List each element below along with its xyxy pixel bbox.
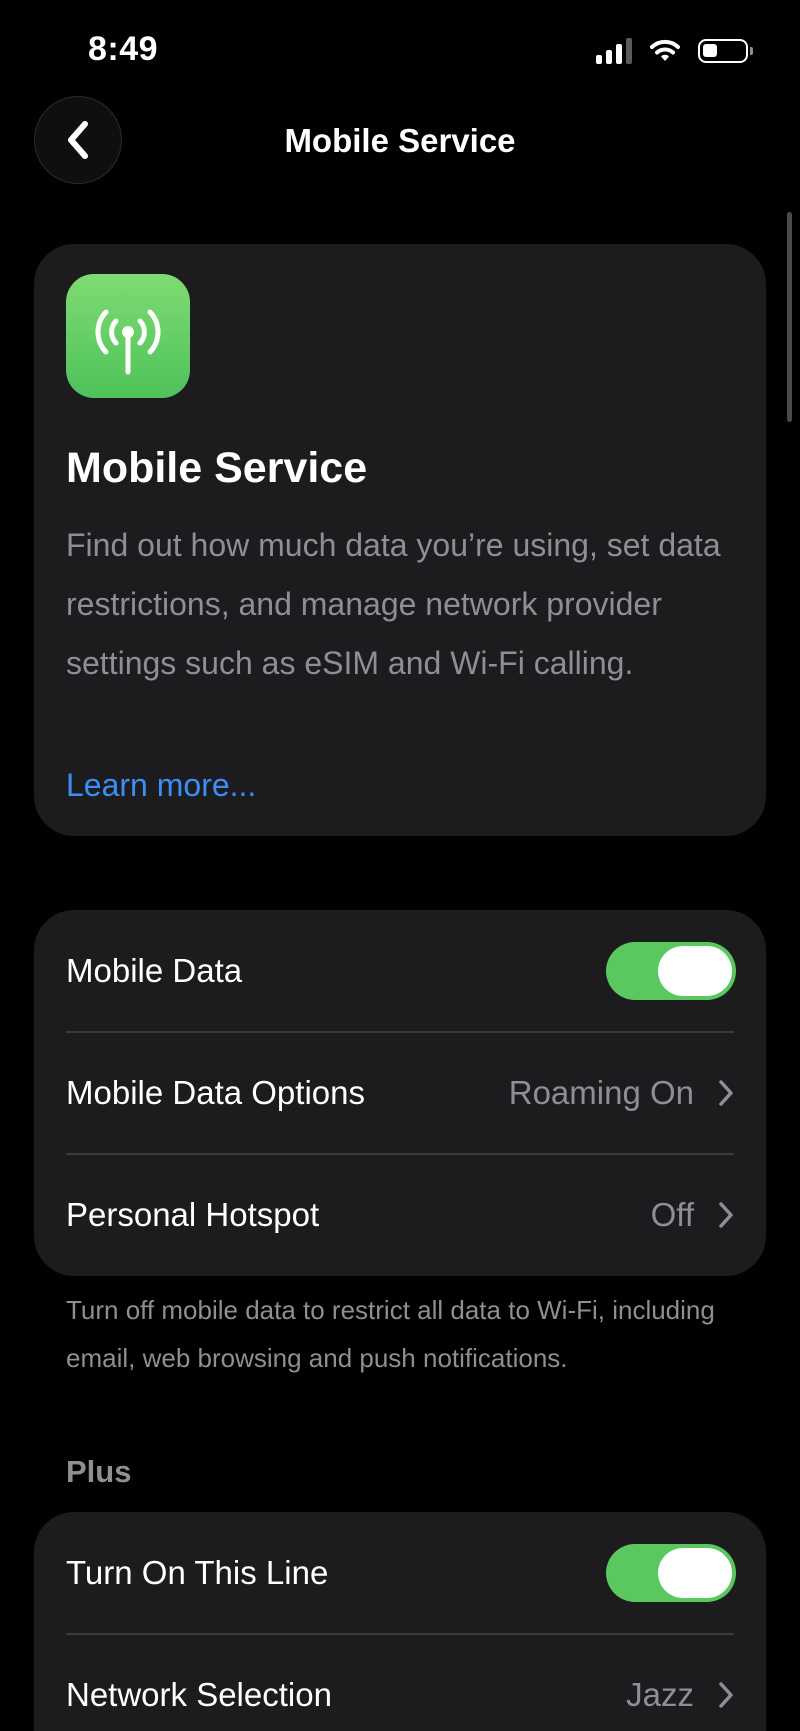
network-selection-row[interactable]: Network Selection Jazz <box>34 1634 766 1731</box>
mobile-data-options-row[interactable]: Mobile Data Options Roaming On <box>34 1032 766 1154</box>
mobile-data-group: Mobile Data Mobile Data Options Roaming … <box>34 910 766 1276</box>
mobile-data-toggle[interactable] <box>606 942 736 1000</box>
status-bar: 8:49 <box>0 0 800 100</box>
turn-on-line-row[interactable]: Turn On This Line <box>34 1512 766 1634</box>
network-selection-label: Network Selection <box>66 1676 332 1713</box>
personal-hotspot-label: Personal Hotspot <box>66 1196 320 1233</box>
personal-hotspot-value: Off <box>650 1196 694 1233</box>
mobile-data-label: Mobile Data <box>66 952 243 989</box>
turn-on-line-label: Turn On This Line <box>66 1554 329 1591</box>
intro-description: Find out how much data you’re using, set… <box>66 527 721 681</box>
turn-on-line-toggle[interactable] <box>606 1544 736 1602</box>
chevron-right-icon <box>719 1202 733 1228</box>
nav-title: Mobile Service <box>284 122 516 159</box>
network-selection-value: Jazz <box>626 1676 694 1713</box>
mobile-service-screen: 8:49 Mobile Service Mobile Service Find … <box>0 0 800 1731</box>
battery-icon <box>698 39 753 63</box>
wifi-icon <box>650 39 680 61</box>
learn-more-link[interactable]: Learn more... <box>66 756 256 815</box>
mobile-data-options-label: Mobile Data Options <box>66 1074 365 1111</box>
mobile-data-footer-note: Turn off mobile data to restrict all dat… <box>66 1295 715 1373</box>
scroll-indicator[interactable] <box>787 212 792 422</box>
cellular-signal-icon <box>596 38 632 64</box>
mobile-data-options-value: Roaming On <box>508 1074 694 1111</box>
plus-section-header: Plus <box>66 1454 132 1489</box>
personal-hotspot-row[interactable]: Personal Hotspot Off <box>34 1154 766 1276</box>
antenna-radiowaves-icon <box>66 274 190 398</box>
mobile-data-row[interactable]: Mobile Data <box>34 910 766 1032</box>
chevron-right-icon <box>719 1682 733 1708</box>
status-time: 8:49 <box>88 30 159 68</box>
status-icons <box>596 38 753 64</box>
chevron-right-icon <box>719 1080 733 1106</box>
intro-card: Mobile Service Find out how much data yo… <box>34 244 766 836</box>
intro-title: Mobile Service <box>66 444 368 492</box>
plus-line-group: Turn On This Line Network Selection Jazz <box>34 1512 766 1731</box>
